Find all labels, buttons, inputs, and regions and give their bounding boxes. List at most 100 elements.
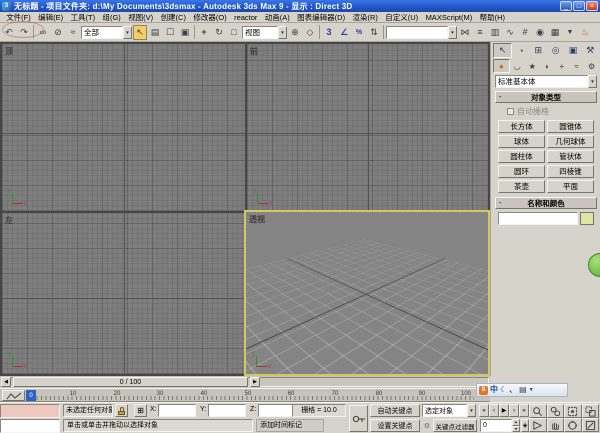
current-frame-marker[interactable]: 0: [26, 390, 36, 401]
menu-views[interactable]: 视图(V): [125, 12, 156, 23]
toolbar-options-icon[interactable]: ▼: [529, 384, 534, 396]
halfwidth-icon[interactable]: ☾: [500, 384, 507, 396]
menu-create[interactable]: 创建(C): [157, 12, 189, 23]
undo-icon[interactable]: ↶: [2, 25, 16, 40]
viewport-top-label[interactable]: 顶: [5, 46, 13, 57]
menu-tools[interactable]: 工具(T): [67, 12, 98, 23]
chevron-down-icon[interactable]: ▼: [588, 75, 597, 88]
menu-rendering[interactable]: 渲染(R): [349, 12, 381, 23]
frame-spinner[interactable]: ▲ ▼: [512, 419, 520, 432]
select-link-icon[interactable]: ∞: [36, 25, 50, 40]
shapes-category-icon[interactable]: ◡: [510, 59, 525, 73]
geosphere-button[interactable]: 几何球体: [547, 135, 594, 148]
select-object-icon[interactable]: ↖: [133, 25, 147, 40]
key-filters-button[interactable]: 关键点过滤器: [433, 419, 477, 432]
go-to-start-button[interactable]: «: [479, 404, 489, 417]
scale-icon[interactable]: □: [227, 25, 241, 40]
redo-icon[interactable]: ↷: [17, 25, 31, 40]
object-name-input[interactable]: [498, 212, 578, 225]
softkeyboard-icon[interactable]: ▤: [519, 384, 527, 396]
time-slider-prev-arrow[interactable]: ◀: [1, 377, 11, 387]
viewport-front[interactable]: 前 x y: [247, 44, 488, 211]
menu-animation[interactable]: 动画(A): [262, 12, 293, 23]
named-selection-dropdown[interactable]: ▼: [386, 26, 457, 39]
maximize-viewport-toggle-icon[interactable]: [582, 418, 600, 432]
snap-3d-icon[interactable]: 3: [322, 25, 336, 40]
angle-snap-icon[interactable]: ∠: [337, 25, 351, 40]
zoom-extents-icon[interactable]: [564, 404, 582, 418]
menu-help[interactable]: 帮助(H): [476, 12, 508, 23]
zoom-extents-all-icon[interactable]: [582, 404, 600, 418]
ime-logo-icon[interactable]: S: [479, 386, 488, 395]
set-key-button[interactable]: 设置关键点: [370, 419, 420, 432]
punctuation-icon[interactable]: 、: [509, 384, 517, 396]
move-icon[interactable]: +: [197, 25, 211, 40]
current-frame-field[interactable]: 0: [480, 419, 512, 432]
viewport-left-label[interactable]: 左: [5, 215, 13, 226]
object-color-swatch[interactable]: [580, 212, 594, 225]
primitive-type-dropdown[interactable]: 标准基本体 ▼: [495, 75, 597, 88]
crossing-icon[interactable]: ▣: [178, 25, 192, 40]
coord-system-dropdown[interactable]: 视图 ▼: [242, 26, 287, 39]
create-tab[interactable]: ↖: [493, 43, 512, 58]
menu-group[interactable]: 组(G): [99, 12, 124, 23]
menu-edit[interactable]: 编辑(E): [35, 12, 66, 23]
select-by-name-icon[interactable]: ▤: [148, 25, 162, 40]
systems-category-icon[interactable]: ⚙: [584, 59, 599, 73]
render-type-icon[interactable]: ▼: [563, 25, 577, 40]
viewport-perspective-active[interactable]: 透视 x y: [244, 210, 490, 376]
auto-key-button[interactable]: 自动关键点: [370, 404, 420, 417]
cylinder-button[interactable]: 圆柱体: [498, 150, 545, 163]
name-color-rollout[interactable]: - 名称和颜色: [495, 197, 597, 209]
absolute-offset-toggle[interactable]: ⊞: [134, 404, 147, 417]
tube-button[interactable]: 管状体: [547, 150, 594, 163]
set-key-big-button[interactable]: [349, 405, 368, 432]
autogrid-checkbox[interactable]: [507, 108, 514, 115]
chevron-down-icon[interactable]: ▼: [467, 404, 476, 417]
cone-button[interactable]: 圆锥体: [547, 120, 594, 133]
plane-button[interactable]: 平面: [547, 180, 594, 193]
previous-frame-button[interactable]: ‹: [489, 404, 499, 417]
spinner-down-icon[interactable]: ▼: [512, 426, 520, 433]
y-coord-field[interactable]: [208, 404, 246, 417]
teapot-button[interactable]: 茶壶: [498, 180, 545, 193]
menu-graph-editors[interactable]: 图表编辑器(D): [294, 12, 348, 23]
zoom-all-icon[interactable]: [547, 404, 565, 418]
zoom-icon[interactable]: [529, 404, 547, 418]
percent-snap-icon[interactable]: %: [352, 25, 366, 40]
minimize-button[interactable]: _: [560, 1, 572, 11]
x-coord-field[interactable]: [158, 404, 196, 417]
curve-editor-icon[interactable]: ∿: [503, 25, 517, 40]
time-slider-next-arrow[interactable]: ▶: [250, 377, 260, 387]
selection-filter-dropdown[interactable]: 全部 ▼: [81, 26, 132, 39]
chinese-mode-icon[interactable]: 中: [490, 384, 498, 396]
mirror-icon[interactable]: ⋈: [458, 25, 472, 40]
render-setup-icon[interactable]: ▦: [548, 25, 562, 40]
menu-modifiers[interactable]: 修改器(O): [190, 12, 230, 23]
key-mode-toggle[interactable]: ◈: [521, 419, 529, 432]
object-type-rollout[interactable]: - 对象类型: [495, 91, 597, 103]
spacewarps-category-icon[interactable]: ≈: [569, 59, 584, 73]
material-editor-icon[interactable]: ◉: [533, 25, 547, 40]
maxscript-listener-pink[interactable]: [0, 404, 60, 418]
time-slider-thumb[interactable]: 0 / 100: [13, 377, 248, 387]
schematic-view-icon[interactable]: #: [518, 25, 532, 40]
track-bar[interactable]: 0 10 20 30 40 50 60 70 80 90 100: [0, 388, 490, 402]
utilities-tab[interactable]: ⚒: [582, 43, 599, 58]
chevron-down-icon[interactable]: ▼: [278, 26, 287, 39]
menu-reactor[interactable]: reactor: [231, 13, 261, 22]
viewport-perspective-label[interactable]: 透视: [249, 214, 265, 225]
play-button[interactable]: ▶: [499, 404, 509, 417]
sphere-button[interactable]: 球体: [498, 135, 545, 148]
z-coord-field[interactable]: [258, 404, 296, 417]
go-to-end-button[interactable]: »: [519, 404, 529, 417]
next-frame-button[interactable]: ›: [509, 404, 519, 417]
mini-curve-editor-button[interactable]: [2, 390, 25, 401]
geometry-category-icon[interactable]: ●: [493, 59, 510, 73]
helpers-category-icon[interactable]: +: [554, 59, 569, 73]
manipulate-icon[interactable]: ◇: [303, 25, 317, 40]
bind-spacewarp-icon[interactable]: ≈: [66, 25, 80, 40]
pivot-center-icon[interactable]: ⊕: [288, 25, 302, 40]
viewport-top[interactable]: 顶 x y: [2, 44, 245, 211]
rect-region-icon[interactable]: ☐: [163, 25, 177, 40]
